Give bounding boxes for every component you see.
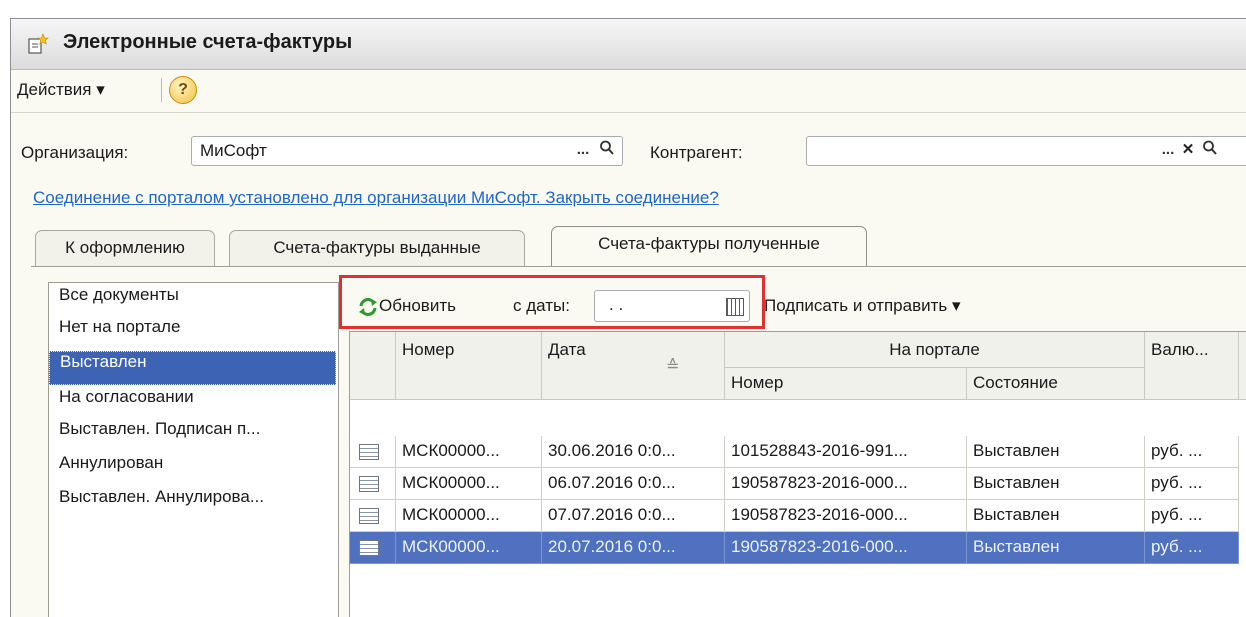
icon-column-header — [350, 332, 396, 400]
organization-search-icon[interactable] — [596, 139, 618, 163]
status-item-all[interactable]: Все документы — [49, 285, 336, 319]
counterparty-select-button[interactable]: ... — [1157, 139, 1179, 163]
document-icon — [359, 540, 379, 556]
document-icon — [359, 444, 379, 460]
cell-date: 07.07.2016 0:0... — [542, 500, 725, 532]
table-row-selected[interactable]: МСК00000... 20.07.2016 0:0... 190587823-… — [350, 532, 1246, 564]
tab-to-process[interactable]: К оформлению — [35, 230, 215, 266]
cell-date: 30.06.2016 0:0... — [542, 436, 725, 468]
table-row[interactable]: МСК00000... 07.07.2016 0:0... 190587823-… — [350, 500, 1246, 532]
status-item-cancelled[interactable]: Аннулирован — [49, 453, 336, 487]
tab-issued-invoices[interactable]: Счета-фактуры выданные — [229, 230, 525, 266]
actions-menu[interactable]: Действия ▾ — [17, 80, 105, 100]
tab-received-invoices[interactable]: Счета-фактуры полученные — [551, 226, 867, 267]
document-icon — [359, 508, 379, 524]
cell-state: Выставлен — [967, 500, 1145, 532]
column-header-date-label: Дата — [548, 340, 586, 359]
organization-select-button[interactable]: ... — [572, 139, 594, 163]
status-item-on-approval[interactable]: На согласовании — [49, 387, 336, 421]
status-item-issued-signed[interactable]: Выставлен. Подписан п... — [49, 419, 336, 453]
table-row[interactable]: МСК00000... 06.07.2016 0:0... 190587823-… — [350, 468, 1246, 500]
document-star-icon — [28, 33, 49, 54]
cell-currency: руб. ... — [1145, 532, 1239, 564]
cell-currency: руб. ... — [1145, 436, 1239, 468]
cell-portal-number: 101528843-2016-991... — [725, 436, 967, 468]
cell-date: 20.07.2016 0:0... — [542, 532, 725, 564]
title-bar: Электронные счета-фактуры — [11, 19, 1246, 70]
portal-connection-link[interactable]: Соединение с порталом установлено для ор… — [33, 188, 719, 208]
cell-number: МСК00000... — [396, 436, 542, 468]
cell-number: МСК00000... — [396, 500, 542, 532]
cell-portal-number: 190587823-2016-000... — [725, 532, 967, 564]
cell-currency: руб. ... — [1145, 500, 1239, 532]
counterparty-label: Контрагент: — [650, 143, 743, 162]
help-icon[interactable]: ? — [169, 76, 197, 104]
counterparty-search-icon[interactable] — [1199, 139, 1221, 163]
cell-currency: руб. ... — [1145, 468, 1239, 500]
column-header-number[interactable]: Номер — [396, 332, 542, 400]
column-header-extra — [1239, 332, 1246, 400]
invoice-table: Номер Дата ≙ На портале Номер Состояние … — [349, 331, 1246, 617]
app-window: Электронные счета-фактуры Действия ▾ ? О… — [10, 18, 1246, 617]
status-item-not-on-portal[interactable]: Нет на портале — [49, 317, 336, 351]
organization-value: МиСофт — [200, 141, 267, 160]
counterparty-field[interactable]: ... ✕ — [806, 136, 1246, 166]
clear-icon[interactable]: ✕ — [1179, 139, 1197, 163]
column-header-state[interactable]: Состояние — [967, 368, 1145, 400]
annotation-highlight-box — [339, 275, 765, 329]
cell-portal-number: 190587823-2016-000... — [725, 500, 967, 532]
organization-label: Организация: — [21, 143, 129, 162]
status-item-issued-cancelled[interactable]: Выставлен. Аннулирова... — [49, 487, 336, 521]
status-item-issued[interactable]: Выставлен — [49, 351, 336, 385]
column-header-currency[interactable]: Валю... — [1145, 332, 1239, 400]
column-header-portal-number[interactable]: Номер — [725, 368, 967, 400]
cell-state: Выставлен — [967, 468, 1145, 500]
window-title: Электронные счета-фактуры — [63, 31, 353, 53]
cell-state: Выставлен — [967, 436, 1145, 468]
cell-number: МСК00000... — [396, 532, 542, 564]
cell-portal-number: 190587823-2016-000... — [725, 468, 967, 500]
menu-separator — [161, 78, 162, 102]
status-filter-list: Все документы Нет на портале Выставлен Н… — [48, 282, 339, 617]
cell-date: 06.07.2016 0:0... — [542, 468, 725, 500]
table-row[interactable]: МСК00000... 30.06.2016 0:0... 101528843-… — [350, 436, 1246, 468]
cell-state: Выставлен — [967, 532, 1145, 564]
cell-number: МСК00000... — [396, 468, 542, 500]
sign-and-send-button[interactable]: Подписать и отправить ▾ — [764, 296, 961, 316]
menu-bar: Действия ▾ ? — [11, 70, 1246, 113]
column-group-header-portal: На портале — [725, 332, 1145, 368]
organization-field[interactable]: МиСофт ... — [191, 136, 623, 166]
tab-panel-border — [31, 266, 1246, 267]
sort-indicator-icon: ≙ — [666, 358, 680, 375]
column-header-date[interactable]: Дата ≙ — [542, 332, 725, 400]
document-icon — [359, 476, 379, 492]
